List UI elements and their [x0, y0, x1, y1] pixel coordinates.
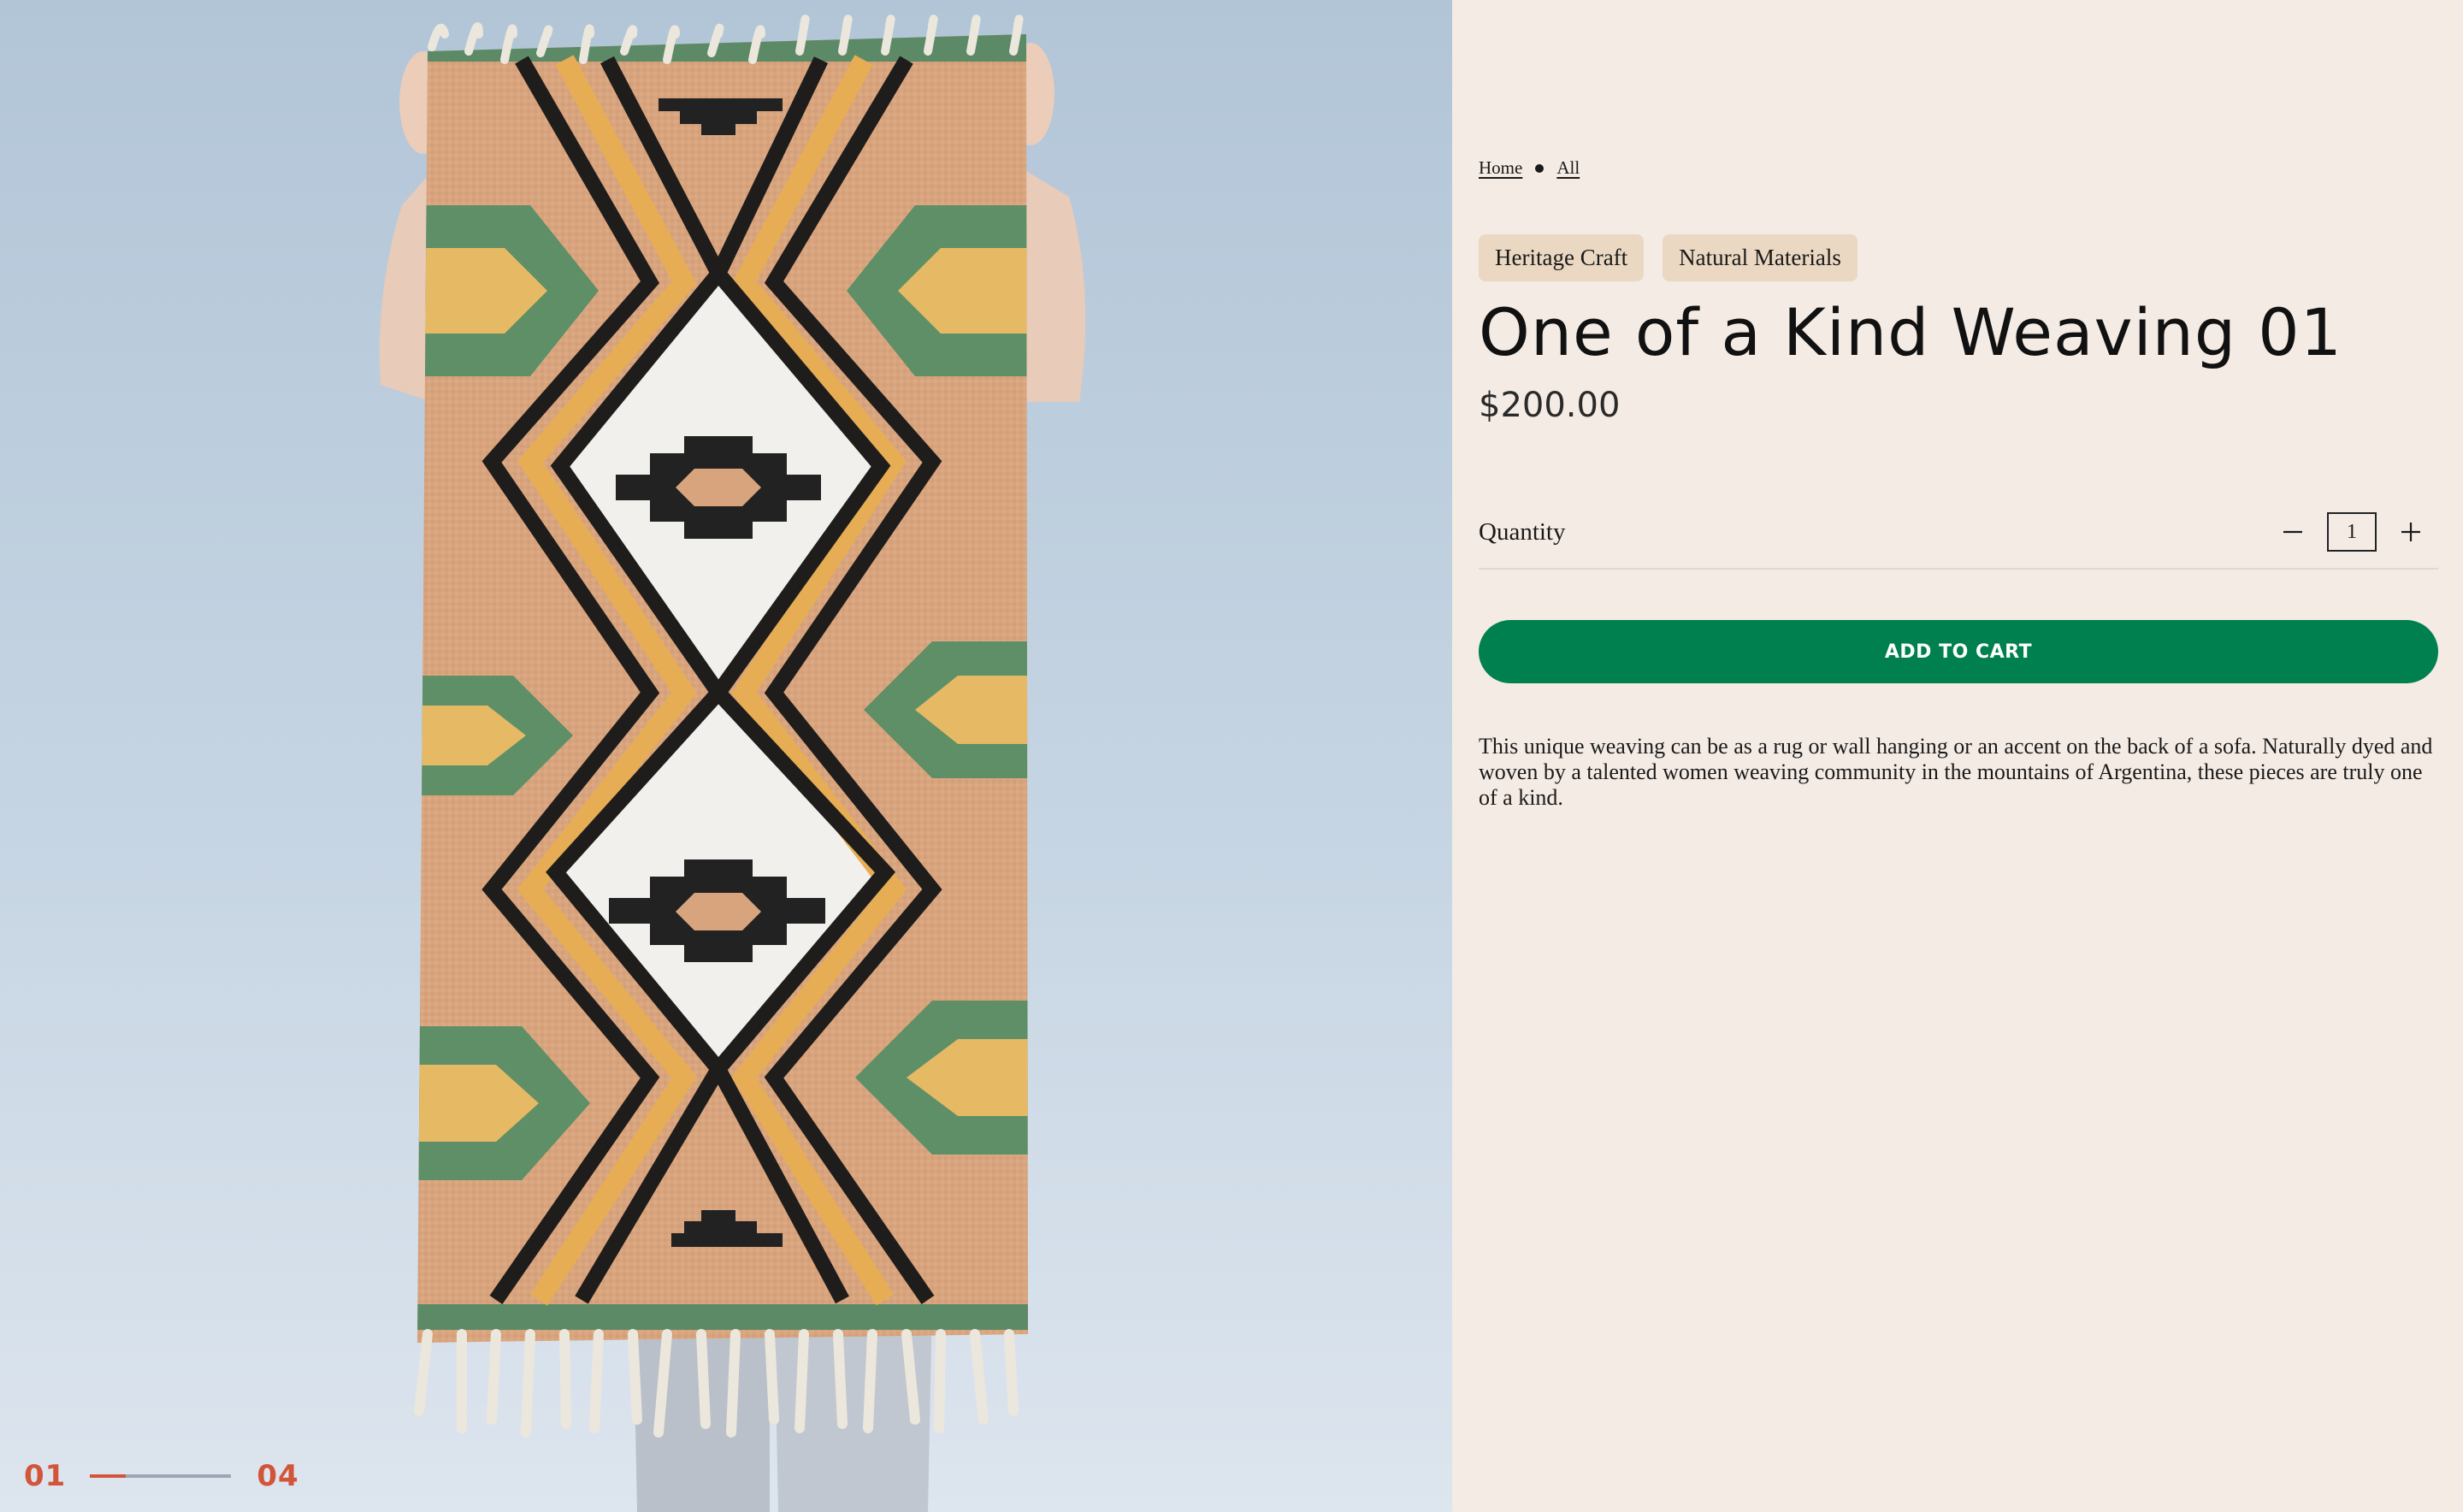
product-tags: Heritage Craft Natural Materials: [1479, 234, 1858, 281]
product-title: One of a Kind Weaving 01: [1479, 294, 2342, 370]
quantity-input[interactable]: [2327, 512, 2377, 552]
tag-natural-materials[interactable]: Natural Materials: [1663, 234, 1858, 281]
quantity-stepper: [2276, 512, 2428, 552]
slide-counter: 01 04: [24, 1459, 299, 1493]
slide-total: 04: [257, 1459, 299, 1493]
add-to-cart-button[interactable]: ADD TO CART: [1479, 620, 2438, 683]
slide-current: 01: [24, 1459, 67, 1493]
plus-icon: [2401, 523, 2420, 541]
breadcrumb: Home All: [1479, 157, 1580, 179]
breadcrumb-home-link[interactable]: Home: [1479, 157, 1522, 179]
slide-progress-track[interactable]: [90, 1474, 232, 1478]
tag-heritage-craft[interactable]: Heritage Craft: [1479, 234, 1645, 281]
product-image: [0, 0, 1452, 1512]
slide-progress-fill: [90, 1474, 126, 1478]
quantity-decrease-button[interactable]: [2276, 515, 2310, 549]
minus-icon: [2283, 530, 2302, 534]
quantity-row: Quantity: [1479, 496, 2438, 570]
quantity-increase-button[interactable]: [2394, 515, 2428, 549]
breadcrumb-all-link[interactable]: All: [1556, 157, 1580, 179]
product-description: This unique weaving can be as a rug or w…: [1479, 734, 2433, 810]
product-gallery[interactable]: 01 04: [0, 0, 1452, 1512]
breadcrumb-separator-icon: [1535, 163, 1545, 173]
product-price: $200.00: [1479, 386, 1621, 425]
quantity-label: Quantity: [1479, 517, 1566, 546]
